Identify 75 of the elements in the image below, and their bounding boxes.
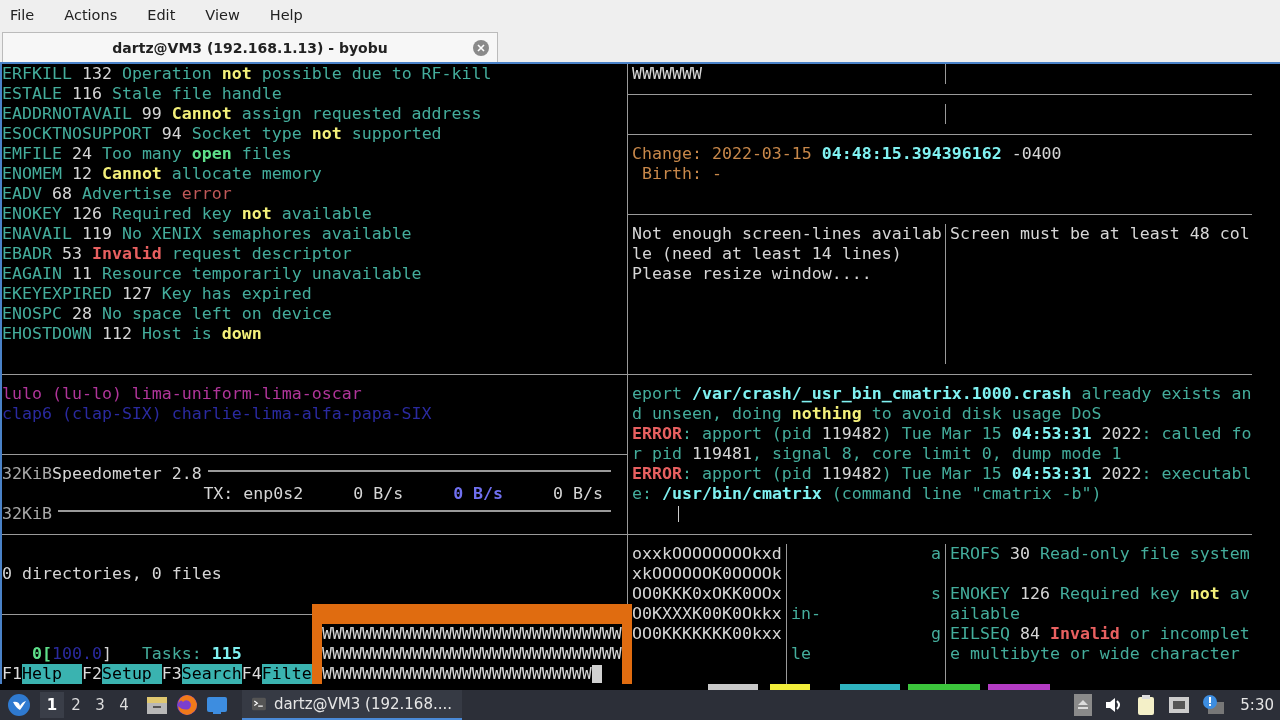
terminal-line: ENAVAIL 119 No XENIX semaphores available	[2, 224, 412, 244]
terminal-line: EROFS 30 Read-only file system	[950, 544, 1250, 564]
terminal-line: e multibyte or wide character	[950, 644, 1240, 664]
terminal-line: g	[931, 624, 941, 644]
terminal-line: ailable	[950, 604, 1020, 624]
workspace-button[interactable]: 4	[112, 692, 136, 718]
clipboard-icon[interactable]	[1136, 694, 1157, 716]
terminal-line: le	[791, 644, 811, 664]
terminal-line: OO0KKK0xOKK0OOx	[632, 584, 782, 604]
taskbar-task[interactable]: dartz@VM3 (192.168....	[242, 690, 462, 720]
menu-item[interactable]: File	[10, 7, 35, 23]
terminal-line: s	[931, 584, 941, 604]
terminal-line: in-	[791, 604, 821, 624]
terminal-line: Birth: -	[641, 164, 722, 184]
terminal-line: lulo (lu-lo) lima-uniform-lima-oscar	[2, 384, 362, 404]
terminal-line: EADV 68 Advertise error	[2, 184, 232, 204]
terminal-line: clap6 (clap-SIX) charlie-lima-alfa-papa-SIX	[2, 404, 432, 424]
terminal-line: ERROR: apport (pid 119482) Tue Mar 15 04:53:31 2022: executabl	[632, 464, 1252, 484]
terminal-line: WWWWWWWWWWWWWWWWWWWWWWWWWWWWWW	[322, 644, 622, 664]
tab-title: dartz@VM3 (192.168.1.13) - byobu	[112, 39, 388, 56]
terminal-line: a	[931, 544, 941, 564]
terminal-line: EADDRNOTAVAIL 99 Cannot assign requested address	[2, 104, 482, 124]
terminal-line: eport /var/crash/_usr_bin_cmatrix.1000.crash already exists an	[632, 384, 1252, 404]
terminal-line: EMFILE 24 Too many open files	[2, 144, 292, 164]
terminal-line: Change: 2022-03-15 04:48:15.394396162 -0400	[632, 144, 1062, 164]
terminal-line: xkOOOOOOK0OOOOk	[632, 564, 782, 584]
menu-item[interactable]: Help	[269, 7, 303, 23]
start-menu-icon[interactable]	[7, 693, 31, 717]
terminal-line: OO0KKKKKKK00kxx	[632, 624, 782, 644]
terminal-line: EAGAIN 11 Resource temporarily unavailable	[2, 264, 422, 284]
terminal-line: ESTALE 116 Stale file handle	[2, 84, 282, 104]
workspace-button[interactable]: 2	[64, 692, 88, 718]
terminal-line: ESOCKTNOSUPPORT 94 Socket type not supported	[2, 124, 442, 144]
terminal-line: ENOKEY 126 Required key not av	[950, 584, 1250, 604]
eject-icon[interactable]	[1074, 694, 1093, 716]
terminal-line: 32KiBSpeedometer 2.8	[2, 464, 202, 484]
menu-item[interactable]: Edit	[147, 7, 176, 23]
terminal-line: O0KXXXK00K0Okkx	[632, 604, 782, 624]
terminal-line: Please resize window....	[632, 264, 872, 284]
terminal-line: ERROR: apport (pid 119482) Tue Mar 15 04:53:31 2022: called fo	[632, 424, 1252, 444]
terminal-line: r pid 119481, signal 8, core limit 0, dump mode 1	[632, 444, 1122, 464]
text-cursor	[678, 506, 679, 522]
terminal-icon	[252, 696, 266, 712]
terminal-line: d unseen, doing nothing to avoid disk usage DoS	[632, 404, 1102, 424]
workspace-button[interactable]: 3	[88, 692, 112, 718]
menu-item[interactable]: Actions	[64, 7, 118, 23]
terminal-line: TX: enp0s2 0 B/s 0 B/s 0 B/s	[203, 484, 603, 504]
terminal-line: Screen must be at least 48 col	[950, 224, 1250, 244]
terminal-line: le (need at least 14 lines)	[632, 244, 902, 264]
terminal-line: 32KiB	[2, 504, 52, 524]
terminal-line: WWWWWWW	[632, 64, 702, 84]
terminal-line: EILSEQ 84 Invalid or incomplet	[950, 624, 1250, 644]
workspace-button[interactable]: 1	[40, 692, 64, 718]
terminal-tab[interactable]: dartz@VM3 (192.168.1.13) - byobu	[2, 32, 498, 62]
terminal-line: Not enough screen-lines availab	[632, 224, 942, 244]
menu-item[interactable]: View	[205, 7, 240, 23]
close-icon[interactable]	[473, 40, 489, 56]
terminal-line: ENOMEM 12 Cannot allocate memory	[2, 164, 322, 184]
terminal-line: EBADR 53 Invalid request descriptor	[2, 244, 352, 264]
terminal-line: WWWWWWWWWWWWWWWWWWWWWWWWWWW	[322, 664, 592, 684]
terminal-line: ERFKILL 132 Operation not possible due to RF-kill	[2, 64, 492, 84]
text-cursor	[591, 665, 602, 683]
terminal-line: ENOKEY 126 Required key not available	[2, 204, 372, 224]
terminal-line: oxxkOOOOOOOOkxd	[632, 544, 782, 564]
terminal-line: 0[100.0] Tasks: 115	[30, 644, 242, 664]
clock[interactable]: 5:30	[1240, 696, 1274, 714]
terminal-line: EKEYEXPIRED 127 Key has expired	[2, 284, 312, 304]
notification-icon[interactable]	[1202, 694, 1225, 716]
terminal-line: ENOSPC 28 No space left on device	[2, 304, 332, 324]
terminal-line: WWWWWWWWWWWWWWWWWWWWWWWWWWWWWW	[322, 624, 622, 644]
terminal-line: EHOSTDOWN 112 Host is down	[2, 324, 262, 344]
browser-icon[interactable]	[175, 693, 199, 717]
terminal-line: e: /usr/bin/cmatrix (command line "cmatrix -b")	[632, 484, 1102, 504]
network-icon[interactable]	[1168, 695, 1191, 715]
terminal-line: 0 directories, 0 files	[2, 564, 222, 584]
